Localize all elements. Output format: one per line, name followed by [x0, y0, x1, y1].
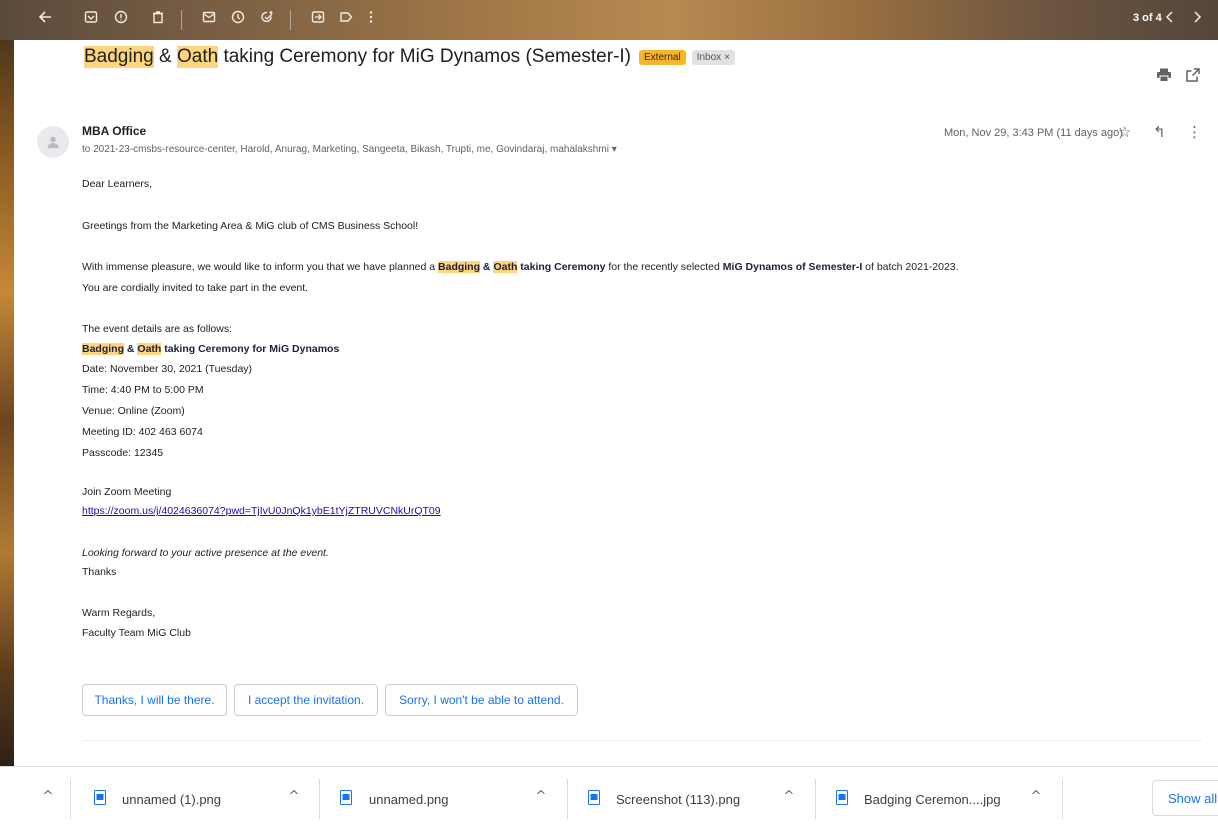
- message-date: Mon, Nov 29, 3:43 PM (11 days ago): [944, 127, 1123, 139]
- smart-reply-button[interactable]: Sorry, I won't be able to attend.: [385, 684, 578, 716]
- text-run: taking Ceremony: [517, 261, 606, 273]
- download-options-chevron-icon[interactable]: ^: [531, 787, 551, 807]
- gmail-window: 3 of 4 Badging & Oath taking Ceremony fo…: [0, 0, 1218, 831]
- subject-highlight: Oath: [176, 46, 219, 68]
- text-run: With immense pleasure, we would like to …: [82, 261, 439, 273]
- regards-line: Warm Regards,: [82, 607, 156, 619]
- download-options-chevron-icon[interactable]: ^: [1026, 787, 1046, 807]
- smart-reply-button[interactable]: Thanks, I will be there.: [82, 684, 227, 716]
- mark-unread-icon[interactable]: [198, 8, 220, 30]
- open-new-window-icon[interactable]: [1186, 68, 1200, 82]
- paragraph-2: You are cordially invited to take part i…: [82, 282, 309, 294]
- text-run: for the recently selected: [605, 261, 723, 273]
- details-intro: The event details are as follows:: [82, 323, 232, 335]
- text-run: MiG Dynamos of Semester-I: [722, 261, 863, 273]
- email-subject: Badging & Oath taking Ceremony for MiG D…: [84, 40, 736, 74]
- external-label: External: [639, 49, 686, 65]
- signature-line: Faculty Team MiG Club: [82, 627, 191, 639]
- passcode: Passcode: 12345: [82, 447, 164, 459]
- join-zoom-label: Join Zoom Meeting: [82, 486, 172, 498]
- label-icon[interactable]: [335, 8, 357, 30]
- thanks-line: Thanks: [82, 566, 117, 578]
- text-run: of batch 2021-2023.: [862, 261, 959, 273]
- image-file-icon: [340, 790, 352, 805]
- shelf-collapse-chevron-icon[interactable]: ^: [38, 787, 58, 807]
- highlight-run: Badging: [82, 343, 124, 355]
- more-vert-icon[interactable]: [360, 8, 382, 30]
- subject-text: taking Ceremony for MiG Dynamos (Semeste…: [218, 46, 632, 67]
- shelf-divider: [70, 779, 71, 819]
- greeting: Dear Learners,: [82, 178, 153, 190]
- move-to-icon[interactable]: [307, 8, 329, 30]
- paragraph-1: With immense pleasure, we would like to …: [82, 261, 959, 273]
- star-icon[interactable]: ☆: [1118, 124, 1134, 140]
- delete-icon[interactable]: [147, 8, 169, 30]
- image-file-icon: [94, 790, 106, 805]
- download-shelf: ^ unnamed (1).png ^ unnamed.png ^ Screen…: [0, 766, 1218, 831]
- snooze-icon[interactable]: [227, 8, 249, 30]
- reply-icon[interactable]: ↰: [1153, 124, 1169, 140]
- older-chevron-icon[interactable]: [1186, 8, 1208, 30]
- more-options-icon[interactable]: ⋮: [1187, 124, 1202, 140]
- subject-text: &: [153, 46, 177, 67]
- event-date: Date: November 30, 2021 (Tuesday): [82, 363, 253, 375]
- back-arrow-icon[interactable]: [34, 8, 56, 30]
- event-time: Time: 4:40 PM to 5:00 PM: [82, 384, 204, 396]
- download-options-chevron-icon[interactable]: ^: [284, 787, 304, 807]
- highlight-run: Badging: [438, 261, 481, 273]
- image-file-icon: [836, 790, 848, 805]
- print-icon[interactable]: [1156, 68, 1172, 82]
- message-counter: 3 of 4: [1133, 12, 1162, 24]
- smart-reply-button[interactable]: I accept the invitation.: [234, 684, 378, 716]
- intro-paragraph: Greetings from the Marketing Area & MiG …: [82, 220, 419, 232]
- report-spam-icon[interactable]: [110, 8, 132, 30]
- text-run: &: [124, 343, 138, 355]
- shelf-divider: [815, 779, 816, 819]
- newer-chevron-icon[interactable]: [1159, 8, 1181, 30]
- avatar[interactable]: [37, 126, 69, 158]
- inbox-label-text: Inbox: [696, 51, 722, 63]
- remove-label-icon[interactable]: ×: [724, 52, 730, 63]
- subject-highlight: Badging: [84, 46, 154, 68]
- highlight-run: Oath: [137, 343, 162, 355]
- highlight-run: Oath: [493, 261, 518, 273]
- download-item-name[interactable]: Badging Ceremon....jpg: [864, 792, 1001, 807]
- show-all-downloads-button[interactable]: Show all: [1152, 780, 1218, 816]
- text-run: &: [480, 261, 494, 273]
- meeting-id: Meeting ID: 402 463 6074: [82, 426, 203, 438]
- download-item-name[interactable]: unnamed (1).png: [122, 792, 221, 807]
- zoom-meeting-link[interactable]: https://zoom.us/j/4024636074?pwd=TjIvU0J…: [82, 505, 441, 517]
- sender-name[interactable]: MBA Office: [82, 124, 146, 138]
- message-toolbar: 3 of 4: [0, 0, 1218, 40]
- event-title: Badging & Oath taking Ceremony for MiG D…: [82, 343, 339, 355]
- event-venue: Venue: Online (Zoom): [82, 405, 185, 417]
- download-item-name[interactable]: Screenshot (113).png: [616, 792, 740, 807]
- toolbar-divider: [181, 10, 182, 30]
- archive-icon[interactable]: [80, 8, 102, 30]
- add-to-tasks-icon[interactable]: [256, 8, 278, 30]
- toolbar-divider: [290, 10, 291, 30]
- person-icon: [47, 136, 59, 148]
- shelf-divider: [1062, 779, 1063, 819]
- text-run: taking Ceremony for MiG Dynamos: [161, 343, 340, 355]
- recipients-list[interactable]: to 2021-23-cmsbs-resource-center, Harold…: [82, 144, 617, 155]
- inbox-label[interactable]: Inbox ×: [691, 49, 736, 65]
- wallpaper-strip: [0, 0, 14, 766]
- download-item-name[interactable]: unnamed.png: [369, 792, 449, 807]
- shelf-divider: [319, 779, 320, 819]
- download-options-chevron-icon[interactable]: ^: [779, 787, 799, 807]
- message-divider: [82, 740, 1202, 741]
- closing-line: Looking forward to your active presence …: [82, 547, 329, 559]
- image-file-icon: [588, 790, 600, 805]
- shelf-divider: [567, 779, 568, 819]
